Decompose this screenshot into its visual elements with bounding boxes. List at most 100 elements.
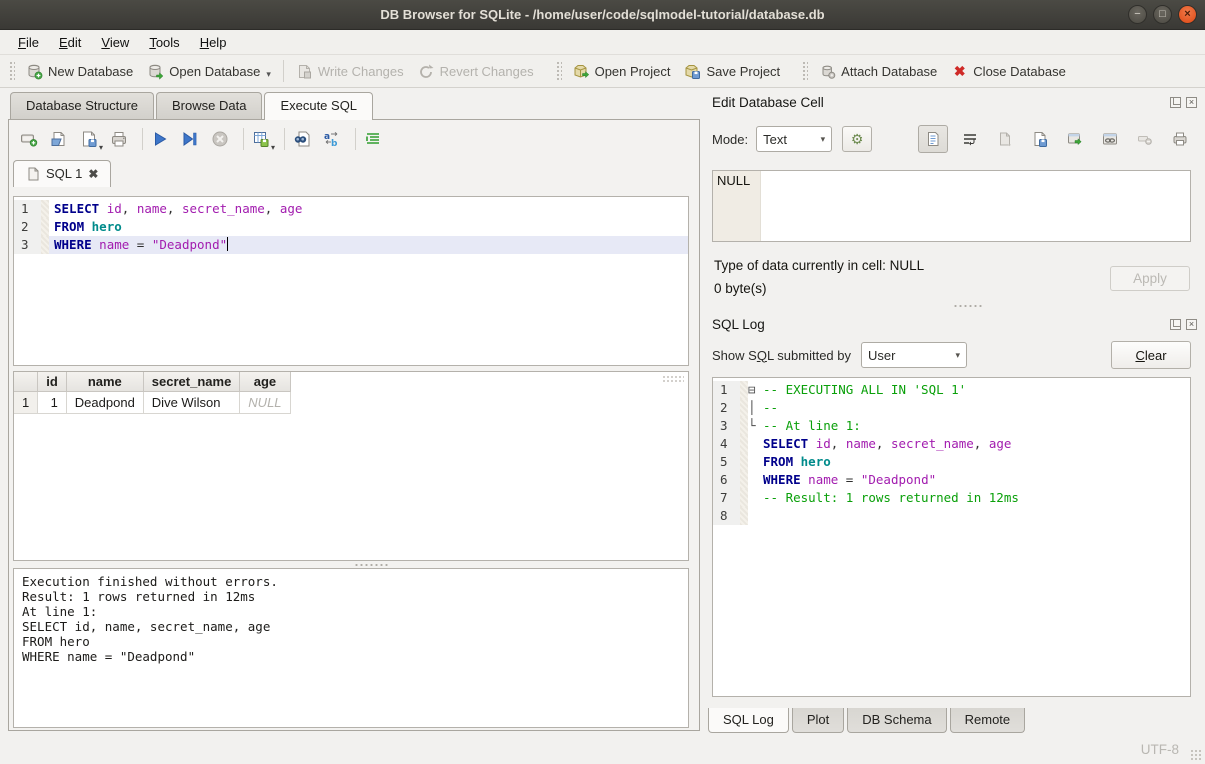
menu-edit[interactable]: Edit: [49, 33, 91, 52]
open-database-icon: [147, 63, 164, 80]
float-dock-icon[interactable]: [1170, 97, 1181, 108]
sql-log-code[interactable]: 1⊟-- EXECUTING ALL IN 'SQL 1'2│--3└-- At…: [713, 378, 1190, 696]
maximize-icon[interactable]: □: [1153, 5, 1172, 24]
workspace: Database Structure Browse Data Execute S…: [0, 88, 1205, 735]
cell-name[interactable]: Deadpond: [66, 392, 143, 414]
row-number-header[interactable]: [14, 372, 38, 392]
encoding-indicator[interactable]: UTF-8: [1141, 742, 1179, 757]
resize-grip[interactable]: [1190, 749, 1202, 761]
mode-value: Text: [763, 132, 787, 147]
close-dock-icon[interactable]: ×: [1186, 97, 1197, 108]
toolbar-separator: [283, 60, 284, 82]
toolbar-grip[interactable]: [555, 60, 562, 82]
dock-splitter-handle[interactable]: [953, 304, 983, 308]
close-dock-icon[interactable]: ×: [1186, 319, 1197, 330]
execute-current-line-icon[interactable]: [178, 127, 202, 151]
save-results-icon[interactable]: ▾: [249, 127, 273, 151]
replace-icon[interactable]: ab: [320, 127, 344, 151]
column-header-age[interactable]: age: [240, 372, 290, 392]
menu-tools[interactable]: Tools: [139, 33, 189, 52]
minimize-icon[interactable]: −: [1128, 5, 1147, 24]
cell-edit-area[interactable]: [761, 171, 1190, 241]
column-header-name[interactable]: name: [66, 372, 143, 392]
results-grid[interactable]: id name secret_name age 1 1 Deadpond Div…: [13, 371, 689, 561]
cell-secret-name[interactable]: Dive Wilson: [143, 392, 240, 414]
sql-tab-label: SQL 1: [46, 166, 82, 181]
left-pane: Database Structure Browse Data Execute S…: [8, 92, 700, 731]
export-cell-data-icon[interactable]: [1027, 126, 1053, 152]
save-results-dropdown-icon[interactable]: ▾: [271, 143, 275, 152]
title-bar: DB Browser for SQLite - /home/user/code/…: [0, 0, 1205, 30]
tab-browse-data[interactable]: Browse Data: [156, 92, 262, 119]
open-project-icon: [573, 63, 590, 80]
tab-database-structure[interactable]: Database Structure: [10, 92, 154, 119]
text-mode-icon[interactable]: [918, 125, 948, 153]
new-database-button[interactable]: New Database: [19, 59, 140, 84]
open-sql-file-icon[interactable]: [47, 127, 71, 151]
sql-tab[interactable]: SQL 1 ✖: [13, 160, 111, 187]
new-sql-tab-icon[interactable]: [17, 127, 41, 151]
splitter-handle[interactable]: [354, 563, 388, 567]
save-sql-dropdown-icon[interactable]: ▾: [99, 143, 103, 152]
sql-file-icon: [26, 167, 40, 181]
float-dock-icon[interactable]: [1170, 319, 1181, 330]
window-controls: − □ ×: [1128, 5, 1197, 24]
tab-db-schema[interactable]: DB Schema: [847, 708, 946, 733]
word-wrap-icon[interactable]: [957, 126, 983, 152]
menu-help[interactable]: Help: [190, 33, 237, 52]
mode-select[interactable]: Text ▾: [756, 126, 832, 152]
tab-remote[interactable]: Remote: [950, 708, 1026, 733]
show-sql-label: Show SQL submitted by: [712, 348, 851, 363]
clear-button[interactable]: Clear: [1111, 341, 1191, 369]
link-data-icon[interactable]: [1097, 126, 1123, 152]
attach-database-button[interactable]: Attach Database: [812, 59, 944, 84]
column-header-id[interactable]: id: [38, 372, 67, 392]
sql-log-dock-title: SQL Log ×: [712, 315, 1197, 333]
sql-tab-close-icon[interactable]: ✖: [88, 167, 98, 181]
toolbar-grip[interactable]: [8, 60, 15, 82]
open-project-button[interactable]: Open Project: [566, 59, 678, 84]
execute-all-icon[interactable]: [148, 127, 172, 151]
print-cell-icon[interactable]: [1167, 126, 1193, 152]
column-header-secret-name[interactable]: secret_name: [143, 372, 240, 392]
open-project-label: Open Project: [595, 64, 671, 79]
attach-database-label: Attach Database: [841, 64, 937, 79]
format-sql-icon[interactable]: [361, 127, 385, 151]
tab-execute-sql[interactable]: Execute SQL: [264, 92, 373, 120]
menu-file[interactable]: File: [8, 33, 49, 52]
sql-editor[interactable]: 1SELECT id, name, secret_name, age2FROM …: [13, 196, 689, 366]
execution-message-panel[interactable]: Execution finished without errors. Resul…: [13, 568, 689, 728]
main-tab-bar: Database Structure Browse Data Execute S…: [8, 92, 700, 119]
toolbar-grip[interactable]: [801, 60, 808, 82]
cell-id[interactable]: 1: [38, 392, 67, 414]
menu-view[interactable]: View: [91, 33, 139, 52]
edit-cell-title: Edit Database Cell: [712, 95, 824, 110]
main-toolbar: New Database Open Database ▾ Write Chang…: [0, 55, 1205, 88]
tab-plot[interactable]: Plot: [792, 708, 844, 733]
save-project-button[interactable]: Save Project: [677, 59, 787, 84]
cell-age[interactable]: NULL: [240, 392, 290, 414]
auto-apply-button[interactable]: ⚙: [842, 126, 872, 152]
db-browser-window: { "window": { "title": "DB Browser for S…: [0, 0, 1205, 764]
edit-cell-dock-title: Edit Database Cell ×: [712, 93, 1197, 111]
tab-sql-log[interactable]: SQL Log: [708, 708, 789, 733]
open-database-button[interactable]: Open Database ▾: [140, 59, 278, 84]
sql-log-panel[interactable]: 1⊟-- EXECUTING ALL IN 'SQL 1'2│--3└-- At…: [712, 377, 1191, 697]
chevron-down-icon: ▾: [821, 134, 826, 145]
close-database-label: Close Database: [973, 64, 1066, 79]
open-database-dropdown-icon[interactable]: ▾: [266, 69, 271, 80]
close-database-button[interactable]: ✖ Close Database: [944, 59, 1073, 84]
cell-value-editor[interactable]: NULL: [712, 170, 1191, 242]
save-project-label: Save Project: [706, 64, 780, 79]
find-icon[interactable]: [290, 127, 314, 151]
close-icon[interactable]: ×: [1178, 5, 1197, 24]
save-sql-file-icon[interactable]: ▾: [77, 127, 101, 151]
table-row: 1 1 Deadpond Dive Wilson NULL: [14, 392, 290, 414]
sql-editor-code[interactable]: 1SELECT id, name, secret_name, age2FROM …: [14, 197, 688, 365]
svg-text:a: a: [324, 132, 330, 142]
row-number-cell[interactable]: 1: [14, 392, 38, 414]
window-title: DB Browser for SQLite - /home/user/code/…: [380, 7, 824, 22]
submitted-by-select[interactable]: User ▾: [861, 342, 967, 368]
print-sql-icon[interactable]: [107, 127, 131, 151]
open-in-external-icon[interactable]: [1062, 126, 1088, 152]
